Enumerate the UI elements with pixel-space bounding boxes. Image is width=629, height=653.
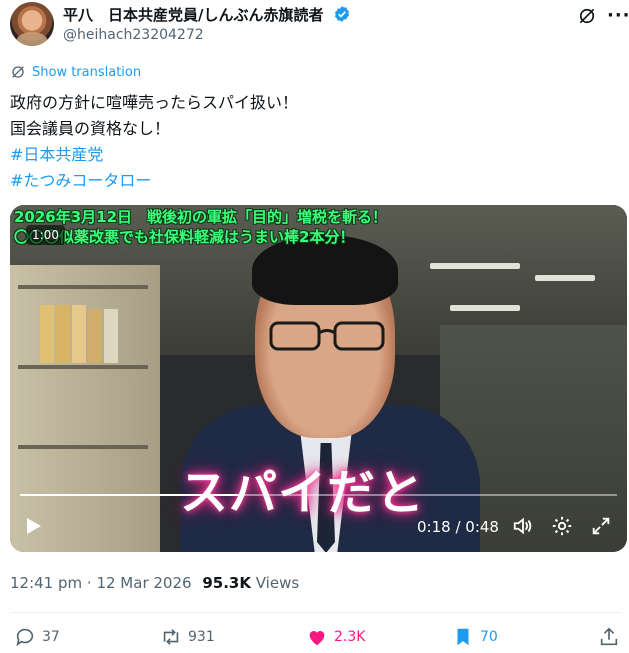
verified-badge-icon bbox=[334, 6, 349, 22]
reply-button[interactable]: 37 bbox=[14, 626, 60, 648]
ceiling-light bbox=[450, 305, 520, 311]
video-controls: 0:18 / 0:48 bbox=[10, 505, 627, 545]
reply-count: 37 bbox=[42, 629, 60, 645]
tweet-date[interactable]: 12 Mar 2026 bbox=[96, 574, 191, 592]
settings-gear-icon[interactable] bbox=[551, 515, 573, 537]
author-handle[interactable]: @heihach23204272 bbox=[63, 27, 204, 43]
action-bar: 37 931 2.3K 70 bbox=[0, 626, 629, 652]
video-player[interactable]: 2026年3月12日 戦後初の軍拡「目的」増税を斬る！ 〇〇〇似薬改悪でも社保料… bbox=[10, 205, 627, 552]
grok-icon[interactable] bbox=[577, 6, 597, 26]
video-progress-bar[interactable] bbox=[20, 494, 617, 496]
video-time-chip: 1:00 bbox=[26, 225, 65, 245]
repost-count: 931 bbox=[188, 629, 215, 645]
bookmark-button[interactable]: 70 bbox=[452, 626, 498, 648]
fullscreen-icon[interactable] bbox=[590, 515, 612, 537]
video-caption-line-2: 〇〇〇似薬改悪でも社保料軽減はうまい棒2本分！ bbox=[14, 228, 355, 246]
glasses bbox=[269, 321, 385, 351]
tweet-line-1: 政府の方針に喧嘩売ったらスパイ扱い！ bbox=[10, 93, 299, 112]
bookmark-icon bbox=[457, 628, 469, 646]
more-options-icon[interactable]: ··· bbox=[607, 5, 629, 26]
tweet-metadata: 12:41 pm · 12 Mar 2026 95.3K Views bbox=[10, 574, 299, 592]
tweet-header: 平八 日本共産党員/しんぶん赤旗読者 @heihach23204272 ··· bbox=[10, 2, 629, 48]
meta-separator: · bbox=[82, 574, 97, 592]
video-time-readout: 0:18 / 0:48 bbox=[417, 518, 499, 536]
ceiling-light bbox=[535, 275, 595, 281]
divider bbox=[10, 612, 622, 613]
tweet-text: 政府の方針に喧嘩売ったらスパイ扱い！ 国会議員の資格なし！ #日本共産党 #たつ… bbox=[10, 90, 298, 194]
avatar[interactable] bbox=[10, 2, 54, 46]
heart-icon bbox=[309, 631, 325, 646]
show-translation-label[interactable]: Show translation bbox=[32, 65, 141, 80]
ceiling-light bbox=[430, 263, 520, 269]
hashtag-link[interactable]: #たつみコータロー bbox=[10, 168, 298, 194]
reply-icon bbox=[16, 628, 34, 647]
views-label: Views bbox=[250, 574, 300, 592]
translate-icon bbox=[12, 66, 24, 78]
share-button[interactable] bbox=[598, 626, 620, 648]
video-caption-line-1: 2026年3月12日 戦後初の軍拡「目的」増税を斬る！ bbox=[14, 208, 388, 226]
tweet-line-2: 国会議員の資格なし！ bbox=[10, 119, 171, 138]
repost-icon bbox=[163, 629, 179, 645]
repost-button[interactable]: 931 bbox=[160, 626, 215, 648]
author-name[interactable]: 平八 日本共産党員/しんぶん赤旗読者 bbox=[63, 4, 351, 25]
share-icon bbox=[600, 627, 618, 646]
like-button[interactable]: 2.3K bbox=[306, 626, 365, 648]
hashtag-link[interactable]: #日本共産党 bbox=[10, 142, 298, 168]
bookmark-count: 70 bbox=[480, 629, 498, 645]
play-icon[interactable] bbox=[26, 517, 42, 535]
views-count: 95.3K bbox=[202, 574, 251, 592]
author-name-text[interactable]: 平八 日本共産党員/しんぶん赤旗読者 bbox=[63, 6, 323, 24]
video-progress-fill bbox=[20, 494, 244, 496]
tweet-time[interactable]: 12:41 pm bbox=[10, 574, 82, 592]
volume-icon[interactable] bbox=[512, 515, 534, 537]
video-caption: 2026年3月12日 戦後初の軍拡「目的」増税を斬る！ 〇〇〇似薬改悪でも社保料… bbox=[14, 207, 387, 247]
like-count: 2.3K bbox=[334, 629, 366, 645]
show-translation-link[interactable]: Show translation bbox=[10, 64, 141, 80]
